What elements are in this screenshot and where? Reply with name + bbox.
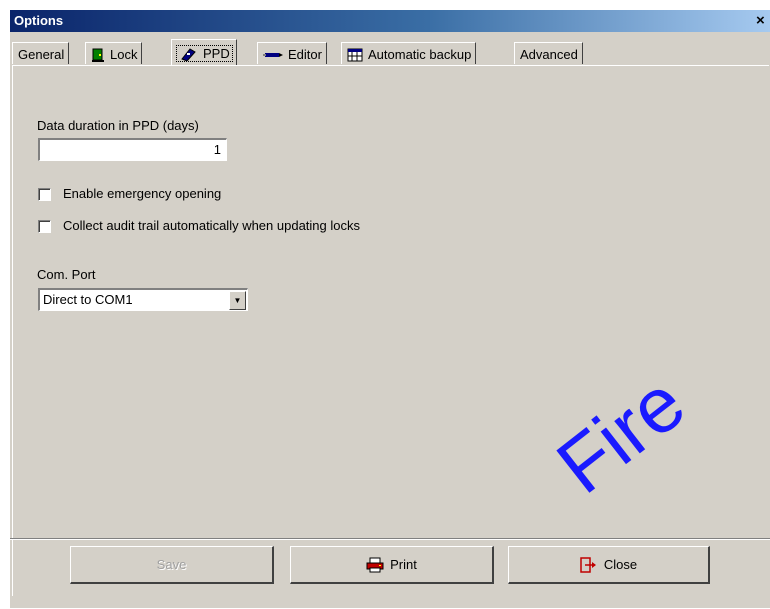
save-button[interactable]: Save <box>70 546 274 584</box>
tab-general-label: General <box>18 47 65 62</box>
port-label: Com. Port <box>37 267 96 282</box>
close-button-label: Close <box>603 557 638 572</box>
tab-advanced-label: Advanced <box>520 47 578 62</box>
duration-label: Data duration in PPD (days) <box>37 118 199 133</box>
options-window: Options × General Lock PPD Editor Automa… <box>10 10 770 608</box>
save-button-label: Save <box>156 557 187 572</box>
tab-editor-label: Editor <box>288 47 322 62</box>
com-port-select[interactable]: Direct to COM1 ▼ <box>38 288 248 311</box>
audit-label[interactable]: Collect audit trail automatically when u… <box>63 218 360 233</box>
print-button[interactable]: Print <box>290 546 494 584</box>
duration-input[interactable]: 1 <box>38 138 227 161</box>
tab-strip: General Lock PPD Editor Automatic backup… <box>12 34 768 65</box>
tab-automatic-backup-label: Automatic backup <box>368 47 472 62</box>
tab-lock[interactable]: Lock <box>85 42 143 64</box>
tab-automatic-backup[interactable]: Automatic backup <box>341 42 477 64</box>
exit-door-icon <box>580 556 596 573</box>
print-button-label: Print <box>390 557 417 572</box>
lock-icon <box>92 48 104 62</box>
window-title: Options <box>14 13 64 28</box>
emergency-checkbox[interactable] <box>38 188 51 201</box>
emergency-label[interactable]: Enable emergency opening <box>63 186 221 201</box>
tab-general[interactable]: General <box>12 42 70 64</box>
tab-advanced[interactable]: Advanced <box>514 42 583 64</box>
tab-editor[interactable]: Editor <box>257 42 327 64</box>
printer-icon <box>366 557 384 572</box>
tab-lock-label: Lock <box>110 47 138 62</box>
ppd-icon <box>181 47 196 61</box>
tab-ppd-focus: PPD <box>176 45 233 62</box>
chevron-down-icon[interactable]: ▼ <box>229 291 246 310</box>
com-port-value: Direct to COM1 <box>43 292 133 307</box>
automatic-backup-icon <box>347 48 363 61</box>
tab-ppd[interactable]: PPD <box>171 39 237 65</box>
editor-icon <box>263 52 283 57</box>
audit-checkbox[interactable] <box>38 220 51 233</box>
close-icon[interactable]: × <box>756 12 770 30</box>
close-button[interactable]: Close <box>508 546 710 584</box>
title-bar[interactable]: Options × <box>10 10 770 32</box>
tab-ppd-label: PPD <box>203 46 230 61</box>
